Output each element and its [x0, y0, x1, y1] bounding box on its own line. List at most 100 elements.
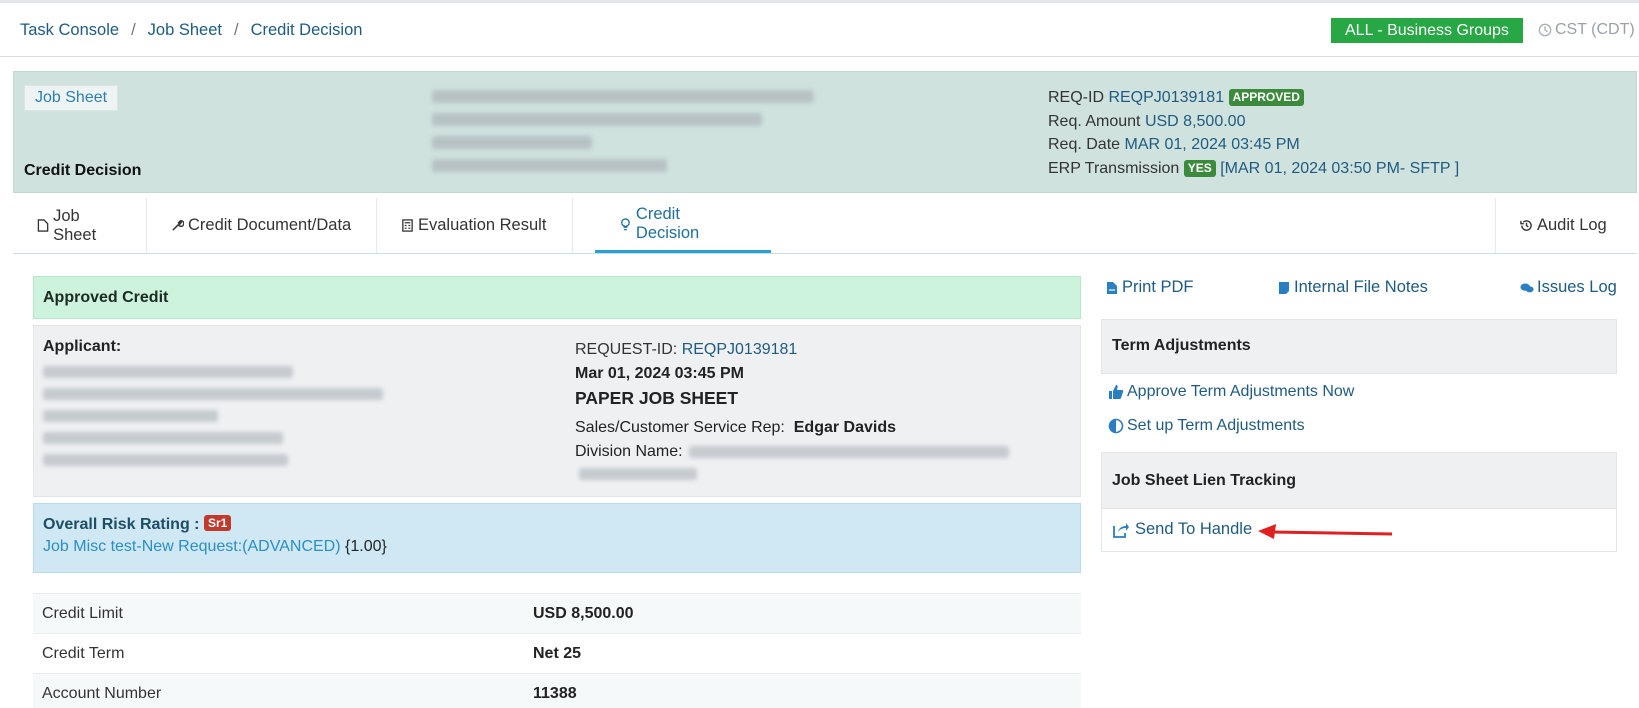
redacted-line: [432, 90, 814, 103]
erp-badge: YES: [1183, 159, 1216, 177]
half-circle-icon: [1108, 418, 1124, 434]
thumbs-up-icon: [1109, 385, 1124, 399]
redacted-line: [432, 113, 762, 126]
breadcrumb-task-console[interactable]: Task Console: [20, 21, 119, 39]
approve-term-adjustments-label: Approve Term Adjustments Now: [1127, 383, 1355, 400]
credit-term-value: Net 25: [533, 644, 582, 662]
setup-term-adjustments-label: Set up Term Adjustments: [1127, 417, 1305, 434]
req-amount-value: USD 8,500.00: [1144, 112, 1246, 130]
send-to-handle-link[interactable]: Send To Handle: [1112, 520, 1252, 539]
request-summary: REQ-ID REQPJ0139181 APPROVED Req. Amount…: [1048, 86, 1459, 180]
risk-badge: Sr1: [203, 515, 232, 531]
credit-decision-heading: Credit Decision: [24, 162, 142, 179]
applicant-details: Applicant:: [43, 338, 383, 466]
breadcrumb-separator: /: [131, 21, 136, 39]
req-amount-label: Req. Amount: [1048, 112, 1141, 130]
sheet-type: PAPER JOB SHEET: [575, 388, 739, 408]
tab-credit-document[interactable]: Credit Document/Data: [147, 198, 377, 253]
table-row: Credit Limit USD 8,500.00: [33, 593, 1081, 633]
request-date: Mar 01, 2024 03:45 PM: [575, 365, 744, 382]
applicant-label: Applicant:: [43, 338, 122, 355]
risk-model-link[interactable]: Job Misc test-New Request:(ADVANCED): [43, 538, 341, 555]
risk-score: {1.00}: [345, 538, 387, 555]
approve-term-adjustments-link[interactable]: Approve Term Adjustments Now: [1108, 383, 1354, 401]
timezone-label: CST (CDT): [1555, 21, 1635, 38]
req-id-value: REQPJ0139181: [1108, 89, 1225, 106]
erp-label: ERP Transmission: [1048, 159, 1180, 177]
internal-file-notes-label: Internal File Notes: [1294, 278, 1428, 296]
erp-value: [MAR 01, 2024 03:50 PM- SFTP ]: [1220, 159, 1460, 177]
tab-job-sheet[interactable]: Job Sheet: [13, 198, 147, 253]
redacted-line: [578, 468, 697, 480]
history-icon: [1520, 220, 1532, 231]
breadcrumb: Task Console / Job Sheet / Credit Decision: [20, 21, 362, 40]
tab-label: Credit Document/Data: [188, 216, 352, 234]
lightbulb-icon: [621, 217, 630, 230]
table-row: Credit Term Net 25: [33, 633, 1081, 673]
tab-audit-log[interactable]: Audit Log: [1495, 198, 1637, 253]
redacted-line: [43, 454, 288, 466]
redacted-line: [432, 159, 667, 172]
rep-value: Edgar Davids: [793, 419, 897, 436]
rep-label: Sales/Customer Service Rep:: [575, 419, 785, 436]
redacted-line: [43, 366, 293, 378]
req-date-label: Req. Date: [1048, 136, 1121, 153]
request-id-value[interactable]: REQPJ0139181: [682, 341, 798, 358]
tab-label: Credit Decision: [635, 205, 700, 242]
account-number-value: 11388: [533, 684, 577, 702]
redacted-division: [578, 440, 1009, 480]
setup-term-adjustments-link[interactable]: Set up Term Adjustments: [1108, 417, 1305, 435]
applicant-panel: Applicant: REQUEST-ID: REQPJ0139181 Mar …: [33, 325, 1081, 497]
comments-icon: [1520, 282, 1534, 292]
issues-log-link[interactable]: Issues Log: [1520, 278, 1617, 297]
note-icon: [1279, 281, 1289, 294]
breadcrumb-separator: /: [233, 21, 239, 39]
request-details: REQUEST-ID: REQPJ0139181 Mar 01, 2024 03…: [575, 338, 1009, 480]
credit-term-label: Credit Term: [42, 644, 125, 662]
share-icon: [1113, 522, 1129, 538]
breadcrumb-bar: Task Console / Job Sheet / Credit Decision A…: [0, 3, 1639, 57]
pdf-icon: [1107, 281, 1117, 294]
credit-limit-label: Credit Limit: [42, 604, 123, 622]
request-id-label: REQUEST-ID:: [575, 341, 678, 358]
risk-rating-panel: Overall Risk Rating : Sr1 Job Misc test-…: [33, 503, 1081, 573]
req-id-label: REQ-ID: [1048, 89, 1104, 106]
redacted-line: [432, 136, 592, 149]
risk-rating-label: Overall Risk Rating :: [43, 516, 200, 533]
annotation-arrow: [1258, 524, 1393, 539]
approved-credit-banner: Approved Credit: [33, 276, 1081, 319]
credit-terms-table: Credit Limit USD 8,500.00 Credit Term Net …: [33, 593, 1081, 708]
issues-log-label: Issues Log: [1537, 278, 1617, 296]
credit-limit-value: USD 8,500.00: [533, 604, 634, 622]
redacted-company-info: [432, 90, 814, 182]
job-sheet-tag[interactable]: Job Sheet: [24, 85, 119, 111]
lien-tracking-header: Job Sheet Lien Tracking: [1102, 453, 1616, 509]
tab-evaluation-result[interactable]: Evaluation Result: [377, 198, 573, 253]
redacted-line: [43, 410, 218, 422]
tab-label: Job Sheet: [53, 206, 97, 244]
print-pdf-label: Print PDF: [1122, 278, 1194, 296]
table-row: Account Number 11388: [33, 673, 1081, 708]
tab-credit-decision[interactable]: Credit Decision: [595, 198, 771, 253]
calculator-icon: [402, 219, 413, 232]
status-badge: APPROVED: [1228, 89, 1304, 106]
file-icon: [37, 219, 49, 232]
breadcrumb-job-sheet[interactable]: Job Sheet: [148, 21, 222, 39]
term-adjustments-header: Term Adjustments: [1101, 319, 1617, 374]
tab-label: Evaluation Result: [418, 216, 547, 234]
tab-bar: Job Sheet Credit Document/Data Evaluatio…: [13, 198, 1637, 254]
breadcrumb-credit-decision[interactable]: Credit Decision: [251, 21, 363, 39]
tab-label: Audit Log: [1537, 216, 1607, 234]
internal-file-notes-link[interactable]: Internal File Notes: [1277, 278, 1428, 297]
print-pdf-link[interactable]: Print PDF: [1105, 278, 1194, 297]
clock-icon: [1538, 23, 1552, 37]
job-header-panel: Job Sheet Credit Decision REQ-ID REQPJ01…: [13, 71, 1637, 193]
redacted-line: [688, 446, 1009, 458]
req-date-value: MAR 01, 2024 03:45 PM: [1124, 136, 1300, 153]
send-to-handle-label: Send To Handle: [1135, 520, 1253, 538]
redacted-line: [43, 388, 383, 400]
redacted-line: [43, 432, 283, 444]
business-group-selector[interactable]: ALL - Business Groups: [1331, 18, 1523, 43]
account-number-label: Account Number: [42, 684, 162, 702]
wrench-icon: [172, 219, 184, 231]
